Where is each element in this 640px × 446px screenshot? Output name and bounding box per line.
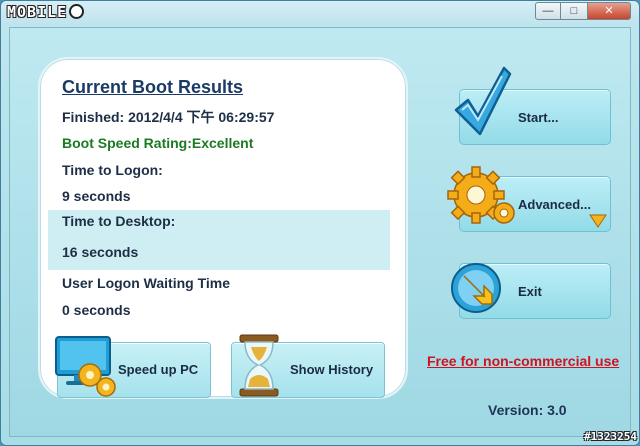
waiting-label: User Logon Waiting Time	[62, 275, 231, 291]
exit-icon	[451, 263, 501, 313]
gear-icon	[447, 166, 515, 224]
minimize-button[interactable]: —	[535, 2, 561, 20]
chevron-down-icon[interactable]	[588, 213, 608, 229]
advanced-label: Advanced...	[518, 197, 591, 212]
show-history-label: Show History	[290, 362, 374, 377]
waiting-value: 0 seconds	[62, 302, 131, 318]
desktop-value: 16 seconds	[62, 244, 139, 260]
exit-button[interactable]: Exit	[451, 263, 611, 319]
checkmark-icon	[454, 66, 512, 136]
hourglass-icon	[239, 334, 279, 397]
corner-tag: #1323254	[584, 430, 637, 443]
advanced-button[interactable]: Advanced...	[447, 166, 611, 232]
desktop-label: Time to Desktop:	[62, 213, 176, 229]
close-button[interactable]: ✕	[587, 2, 631, 20]
version-text: Version: 3.0	[488, 402, 567, 418]
license-link[interactable]: Free for non-commercial use	[427, 353, 619, 369]
panel-title: Current Boot Results	[62, 77, 244, 97]
window-controls: — □ ✕	[535, 2, 631, 20]
exit-label: Exit	[518, 284, 542, 299]
finished-text: Finished: 2012/4/4 下午 06:29:57	[62, 109, 275, 125]
watermark-logo: MOBILE	[7, 3, 85, 23]
results-panel: Current Boot Results Finished: 2012/4/4 …	[38, 57, 408, 399]
app-window: MOBILE — □ ✕ Current Boot Results Finish…	[0, 0, 640, 446]
speed-up-label: Speed up PC	[118, 362, 199, 377]
speed-up-button[interactable]: Speed up PC	[55, 336, 211, 398]
show-history-button[interactable]: Show History	[231, 334, 385, 398]
logon-value: 9 seconds	[62, 188, 131, 204]
watermark-text: MOBILE	[7, 3, 68, 21]
start-button[interactable]: Start...	[454, 66, 611, 145]
title-bar[interactable]: MOBILE — □ ✕	[1, 1, 639, 25]
clock-icon	[69, 4, 85, 19]
rating-text: Boot Speed Rating:Excellent	[62, 135, 254, 151]
maximize-button[interactable]: □	[561, 2, 587, 20]
start-label: Start...	[518, 110, 559, 125]
logon-label: Time to Logon:	[62, 162, 163, 178]
